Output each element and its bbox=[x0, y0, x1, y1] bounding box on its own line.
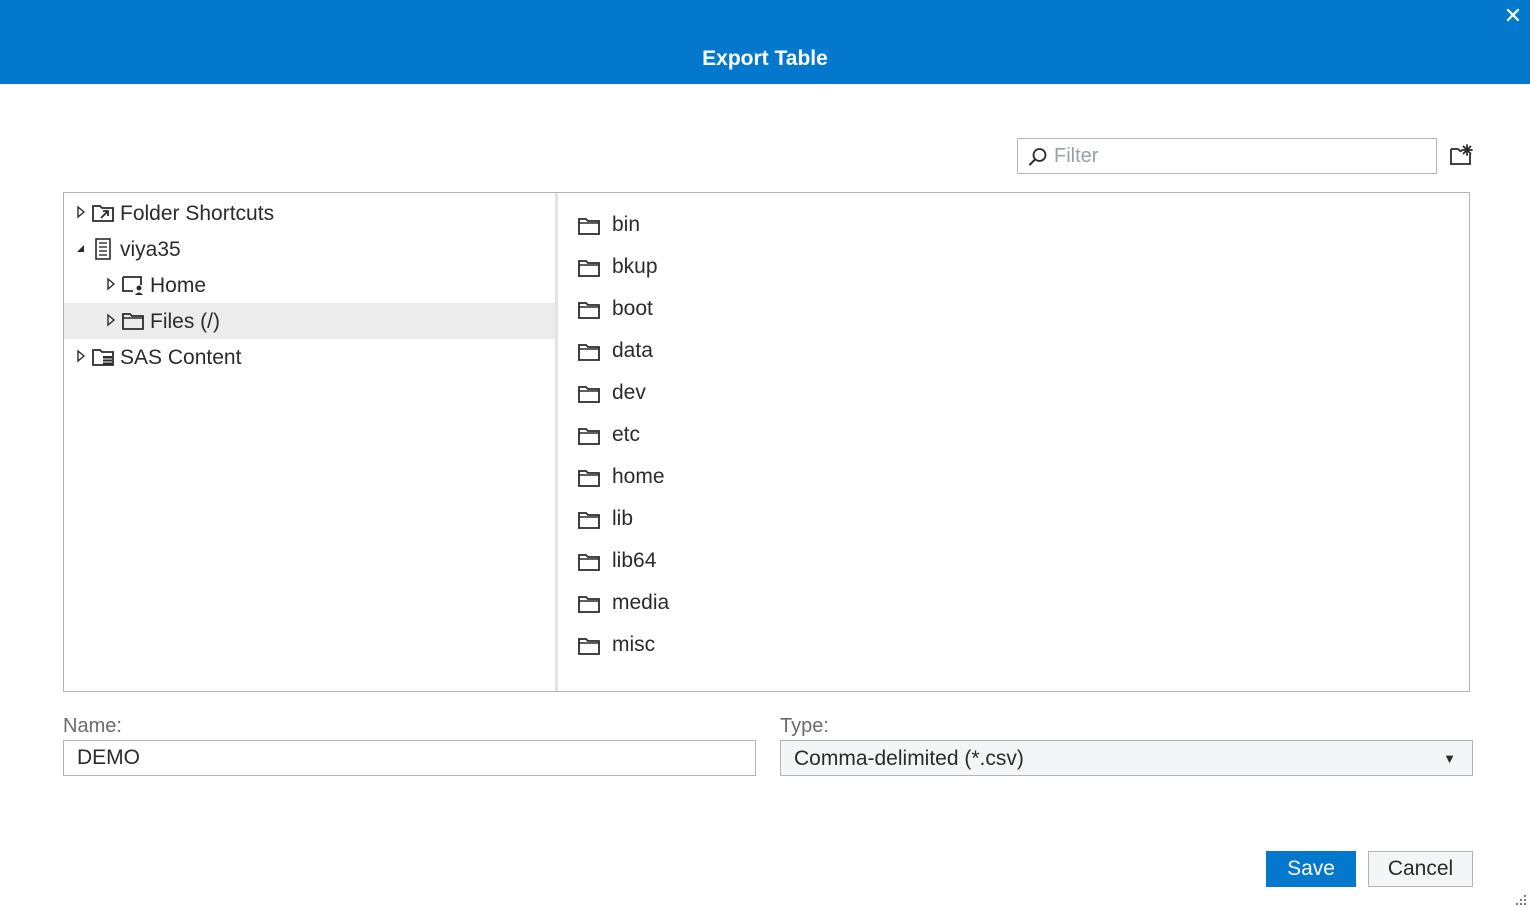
folder-icon bbox=[122, 313, 144, 330]
content-folder-icon bbox=[92, 349, 114, 366]
list-item[interactable]: data bbox=[558, 331, 1438, 373]
server-icon bbox=[95, 238, 111, 260]
name-input[interactable] bbox=[63, 740, 756, 776]
list-item[interactable]: lib64 bbox=[558, 541, 1438, 583]
list-item-label: bin bbox=[612, 213, 641, 236]
list-item[interactable]: bkup bbox=[558, 247, 1438, 289]
expand-arrow-icon[interactable] bbox=[106, 277, 116, 291]
folder-icon bbox=[578, 386, 600, 403]
new-folder-icon[interactable] bbox=[1449, 143, 1473, 167]
list-item-label: etc bbox=[612, 423, 641, 446]
list-item-label: lib64 bbox=[612, 549, 657, 572]
file-browser: Folder Shortcuts viya35 Home Files (/) S… bbox=[63, 192, 1470, 692]
list-item[interactable]: etc bbox=[558, 415, 1438, 457]
collapse-arrow-icon[interactable] bbox=[76, 241, 86, 255]
tree-item-files[interactable]: Files (/) bbox=[64, 303, 555, 339]
folder-shortcut-icon bbox=[92, 205, 114, 222]
type-select[interactable]: Comma-delimited (*.csv) ▼ bbox=[780, 740, 1473, 776]
list-item[interactable]: home bbox=[558, 457, 1438, 499]
folder-list: bin bkup boot data dev etc home lib lib6… bbox=[558, 193, 1469, 691]
list-item[interactable]: bin bbox=[558, 205, 1438, 247]
list-item-label: media bbox=[612, 591, 670, 614]
list-item-label: dev bbox=[612, 381, 646, 404]
save-button[interactable]: Save bbox=[1266, 851, 1356, 887]
list-item-label: data bbox=[612, 339, 653, 362]
type-label: Type: bbox=[780, 715, 829, 737]
list-item-label: home bbox=[612, 465, 665, 488]
folder-icon bbox=[578, 554, 600, 571]
tree-item-label: Files (/) bbox=[150, 310, 220, 333]
list-item-label: bkup bbox=[612, 255, 658, 278]
close-button[interactable]: ✕ bbox=[1502, 4, 1524, 28]
name-label: Name: bbox=[63, 715, 122, 737]
list-item[interactable]: media bbox=[558, 583, 1438, 625]
cancel-button[interactable]: Cancel bbox=[1368, 851, 1473, 887]
tree-item-viya35[interactable]: viya35 bbox=[64, 231, 555, 267]
folder-icon bbox=[578, 302, 600, 319]
dropdown-arrow-icon: ▼ bbox=[1443, 751, 1456, 766]
list-item[interactable]: boot bbox=[558, 289, 1438, 331]
tree-item-folder-shortcuts[interactable]: Folder Shortcuts bbox=[64, 195, 555, 231]
folder-icon bbox=[578, 260, 600, 277]
folder-icon bbox=[578, 428, 600, 445]
folder-tree: Folder Shortcuts viya35 Home Files (/) S… bbox=[64, 193, 555, 691]
list-item[interactable]: lib bbox=[558, 499, 1438, 541]
list-item[interactable]: misc bbox=[558, 625, 1438, 667]
folder-icon bbox=[578, 638, 600, 655]
tree-item-label: viya35 bbox=[120, 238, 181, 261]
expand-arrow-icon[interactable] bbox=[76, 349, 86, 363]
list-item-label: misc bbox=[612, 633, 656, 656]
folder-icon bbox=[578, 470, 600, 487]
filter-field[interactable] bbox=[1017, 138, 1437, 174]
folder-icon bbox=[578, 218, 600, 235]
type-select-value: Comma-delimited (*.csv) bbox=[794, 747, 1024, 770]
expand-arrow-icon[interactable] bbox=[106, 313, 116, 327]
list-item-label: lib bbox=[612, 507, 634, 530]
search-icon bbox=[1029, 148, 1047, 166]
tree-item-home[interactable]: Home bbox=[64, 267, 555, 303]
tree-item-sas-content[interactable]: SAS Content bbox=[64, 339, 555, 375]
home-folder-icon bbox=[122, 276, 143, 295]
folder-icon bbox=[578, 512, 600, 529]
list-item[interactable]: dev bbox=[558, 373, 1438, 415]
tree-item-label: Home bbox=[150, 274, 207, 297]
folder-icon bbox=[578, 596, 600, 613]
folder-icon bbox=[578, 344, 600, 361]
resize-grip-icon[interactable] bbox=[1514, 892, 1528, 906]
tree-item-label: SAS Content bbox=[120, 346, 242, 369]
filter-input[interactable] bbox=[1054, 139, 1430, 173]
dialog-titlebar: Export Table ✕ bbox=[0, 0, 1530, 84]
dialog-title: Export Table bbox=[702, 47, 828, 70]
list-item-label: boot bbox=[612, 297, 653, 320]
tree-item-label: Folder Shortcuts bbox=[120, 202, 275, 225]
expand-arrow-icon[interactable] bbox=[76, 205, 86, 219]
